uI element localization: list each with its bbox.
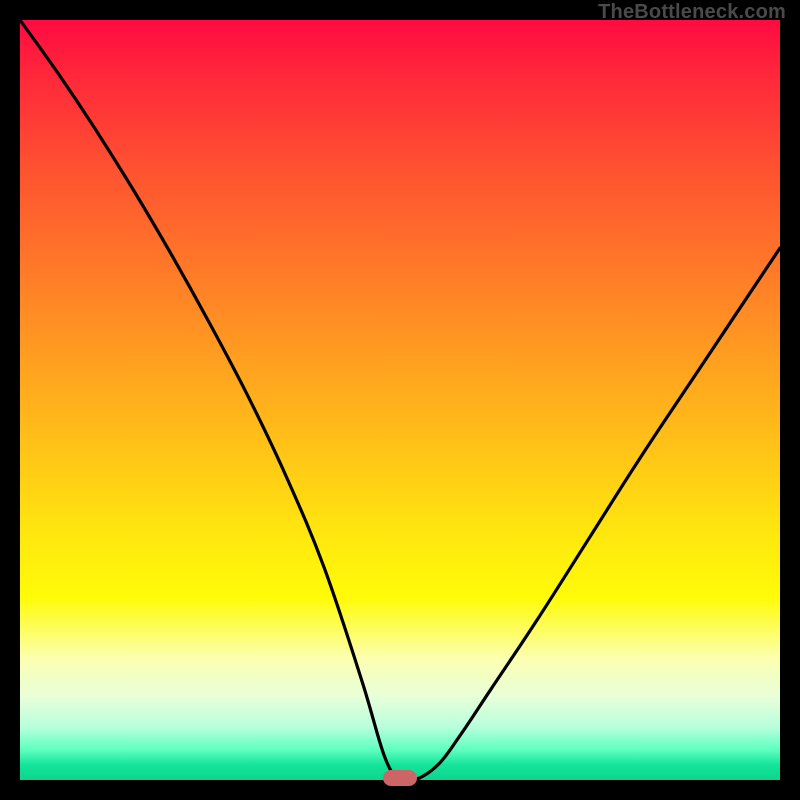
min-marker — [383, 770, 417, 786]
chart-stage: TheBottleneck.com — [0, 0, 800, 800]
plot-area — [20, 20, 780, 780]
watermark-text: TheBottleneck.com — [598, 2, 786, 22]
bottleneck-curve — [20, 20, 780, 780]
